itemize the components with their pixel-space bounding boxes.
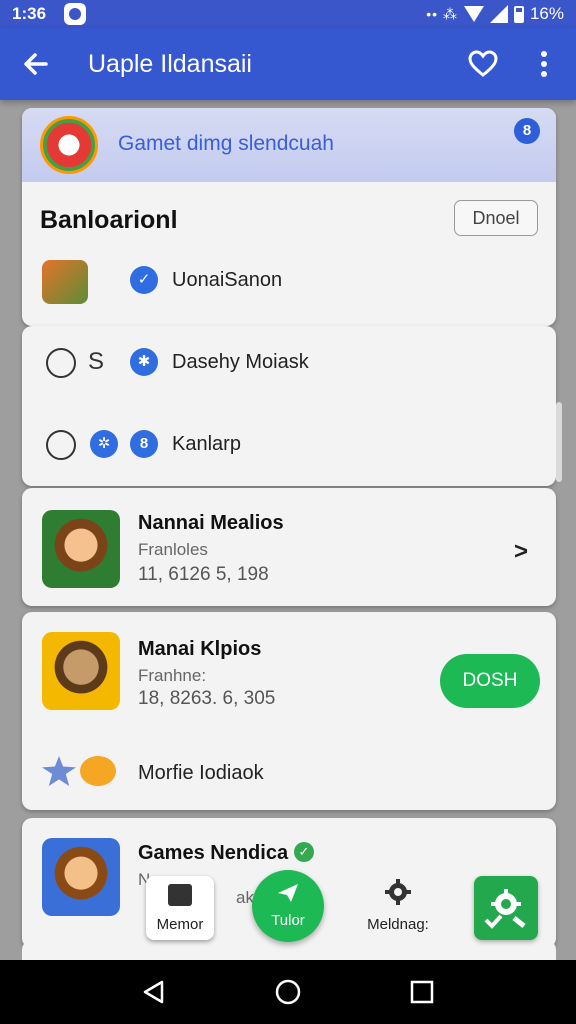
favorite-icon[interactable] bbox=[468, 50, 498, 78]
dosh-button[interactable]: DOSH bbox=[440, 654, 540, 708]
game-subtitle: Franloles bbox=[138, 540, 208, 559]
notification-icon bbox=[64, 3, 86, 25]
gear-icon bbox=[385, 879, 411, 905]
tulor-label: Tulor bbox=[271, 912, 305, 929]
signal-icon bbox=[489, 5, 508, 23]
game-stats: 11, 6126 5, 198 bbox=[138, 564, 269, 585]
battery-percent: 16% bbox=[529, 4, 564, 23]
list-item[interactable]: S ✱ Dasehy Moiask bbox=[22, 338, 556, 388]
link-badge-icon: 8 bbox=[130, 430, 158, 458]
app-settings-tile[interactable] bbox=[474, 876, 538, 940]
star-icon bbox=[42, 756, 76, 786]
game-stats: 18, 8263. 6, 305 bbox=[138, 688, 276, 709]
list-item-label: UonaiSanon bbox=[172, 269, 283, 291]
scrollbar[interactable] bbox=[556, 318, 562, 518]
game-subtitle: Franhne: bbox=[138, 666, 207, 685]
options-card: S ✱ Dasehy Moiask ✲ 8 Kanlarp bbox=[22, 326, 556, 486]
chevron-right-icon[interactable]: > bbox=[514, 538, 528, 566]
more-status-icon: •• ⁂ bbox=[426, 5, 458, 22]
wifi-icon bbox=[463, 6, 484, 22]
game-name: Manai Klpios bbox=[138, 638, 262, 660]
done-button[interactable]: Dnoel bbox=[454, 200, 538, 236]
battery-icon bbox=[513, 5, 524, 23]
game-art-icon bbox=[42, 510, 120, 588]
app-bar: Uaple Ildansaii bbox=[0, 28, 576, 100]
game-card[interactable]: Manai Klpios Franhne: 18, 8263. 6, 305 D… bbox=[22, 612, 556, 810]
emblem-icon bbox=[80, 756, 116, 786]
send-icon bbox=[276, 882, 300, 904]
settings-badge-icon: ✱ bbox=[130, 348, 158, 376]
back-nav-icon[interactable] bbox=[140, 978, 168, 1006]
bluetooth-badge-icon: ✲ bbox=[90, 430, 118, 458]
chat-badge-icon[interactable]: 8 bbox=[514, 118, 540, 144]
settings-label: Meldnag: bbox=[367, 916, 429, 933]
extra-label[interactable]: Morfie Iodiaok bbox=[138, 762, 264, 785]
game-art-icon bbox=[42, 838, 120, 916]
page-title: Uaple Ildansaii bbox=[88, 50, 252, 78]
status-bar: 1:36 •• ⁂ 16% bbox=[0, 0, 576, 28]
next-card-edge bbox=[22, 940, 556, 960]
settings-button[interactable]: Meldnag: bbox=[360, 876, 436, 936]
list-item[interactable]: ✲ 8 Kanlarp bbox=[22, 420, 556, 470]
home-nav-icon[interactable] bbox=[274, 978, 302, 1006]
recents-nav-icon[interactable] bbox=[408, 978, 436, 1006]
section-title: Banloarionl bbox=[40, 206, 178, 234]
memory-icon bbox=[168, 884, 192, 906]
emoji-icon bbox=[46, 430, 76, 460]
game-logo-icon bbox=[40, 116, 98, 174]
status-icons: •• ⁂ 16% bbox=[426, 4, 564, 24]
main-card: Gamet dimg slendcuah 8 Banloarionl Dnoel… bbox=[22, 108, 556, 326]
scrollbar-thumb[interactable] bbox=[556, 402, 562, 482]
tulor-fab[interactable]: Tulor bbox=[252, 870, 324, 942]
system-nav-bar bbox=[0, 960, 576, 1024]
game-name: Games Nendica bbox=[138, 842, 289, 864]
memor-label: Memor bbox=[156, 916, 204, 933]
chat-bubble-icon bbox=[46, 348, 76, 378]
list-item[interactable]: ✓ UonaiSanon bbox=[22, 256, 556, 306]
game-card[interactable]: Nannai Mealios Franloles 11, 6126 5, 198… bbox=[22, 488, 556, 606]
banner-text: Gamet dimg slendcuah bbox=[118, 132, 334, 155]
list-item-prefix: S bbox=[88, 348, 105, 375]
back-arrow-icon[interactable] bbox=[20, 48, 52, 80]
list-item-label: Kanlarp bbox=[172, 433, 241, 455]
memor-button[interactable]: Memor bbox=[146, 876, 214, 940]
status-time: 1:36 bbox=[12, 4, 47, 23]
check-badge-icon: ✓ bbox=[130, 266, 158, 294]
game-art-icon bbox=[42, 632, 120, 710]
overflow-menu-icon[interactable] bbox=[536, 50, 552, 78]
verified-icon: ✓ bbox=[294, 842, 314, 862]
gear-check-icon bbox=[484, 889, 526, 929]
game-thumbnail-icon bbox=[42, 260, 88, 304]
list-item-label: Dasehy Moiask bbox=[172, 351, 309, 373]
game-name: Nannai Mealios bbox=[138, 512, 284, 534]
game-banner[interactable]: Gamet dimg slendcuah 8 bbox=[22, 108, 556, 182]
